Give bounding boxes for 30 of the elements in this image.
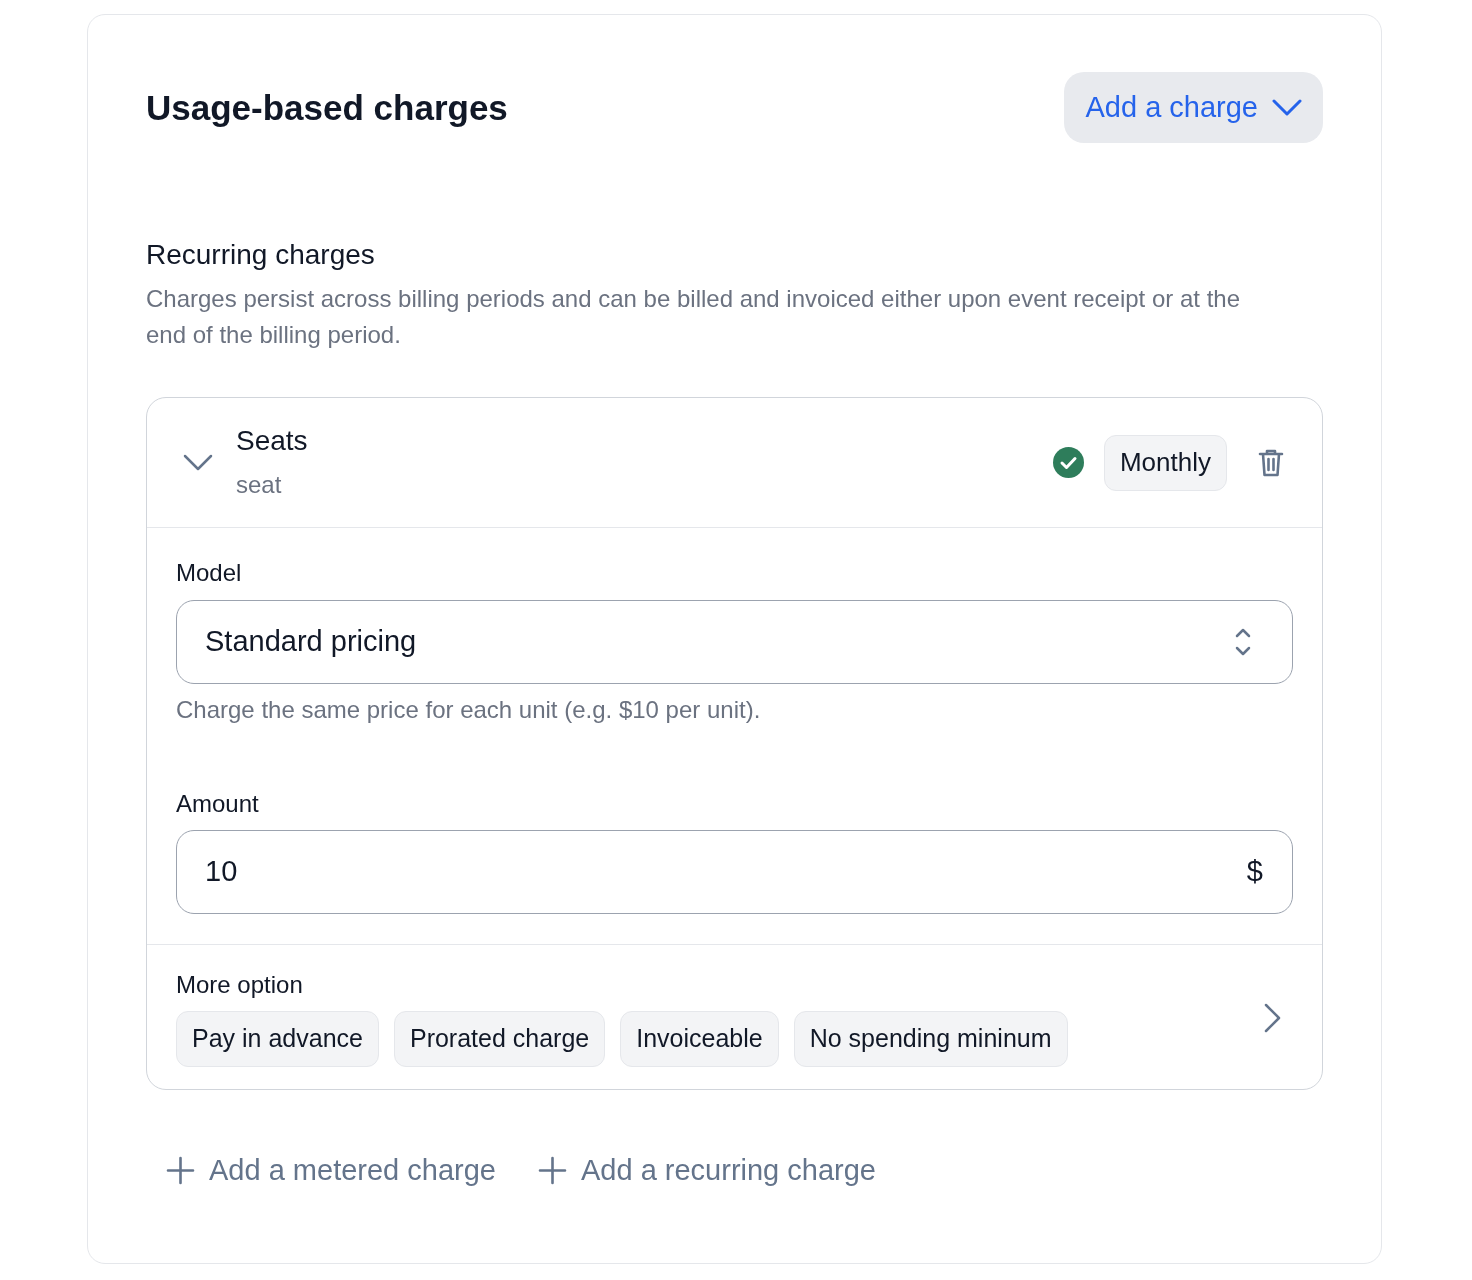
chevron-right-icon <box>1264 1003 1281 1033</box>
amount-input[interactable]: 10 $ <box>176 830 1293 914</box>
up-down-chevron-icon <box>1235 627 1251 657</box>
field-label: Amount <box>176 789 260 819</box>
section-description: Charges persist across billing periods and can be billed and invoiced either upon event receipt or at the end of the billing period. <box>146 284 1241 350</box>
option-chip[interactable]: No spending mininum <box>793 1011 1068 1067</box>
plus-icon <box>166 1155 195 1185</box>
option-chip[interactable]: Prorated charge <box>393 1011 606 1067</box>
model-select[interactable]: Standard pricing <box>176 600 1293 684</box>
add-charge-link[interactable]: Add a recurring charge <box>537 1150 876 1190</box>
field-label: More option <box>176 970 304 1000</box>
add-charge-button[interactable]: Add a charge <box>1064 72 1323 143</box>
field-hint: Charge the same price for each unit (e.g. $10 per unit). <box>176 695 762 725</box>
trash-icon <box>1258 448 1284 477</box>
charge-unit: seat <box>236 469 283 500</box>
delete-button[interactable] <box>1257 447 1285 478</box>
plus-icon <box>537 1155 567 1185</box>
billing-period-badge: Monthly <box>1103 434 1227 491</box>
card-title: Usage-based charges <box>146 86 508 129</box>
check-circle-icon <box>1052 447 1084 478</box>
currency-symbol: $ <box>1246 854 1263 890</box>
chevron-down-icon <box>1272 99 1302 116</box>
charge-name: Seats <box>236 423 308 458</box>
option-chip[interactable]: Pay in advance <box>176 1011 379 1067</box>
option-chip[interactable]: Invoiceable <box>620 1011 779 1067</box>
add-charge-link[interactable]: Add a metered charge <box>166 1150 496 1190</box>
chevron-down-icon <box>182 454 213 471</box>
expand-options-button[interactable] <box>1264 1003 1281 1033</box>
field-label: Model <box>176 558 243 588</box>
section-title: Recurring charges <box>146 238 376 272</box>
